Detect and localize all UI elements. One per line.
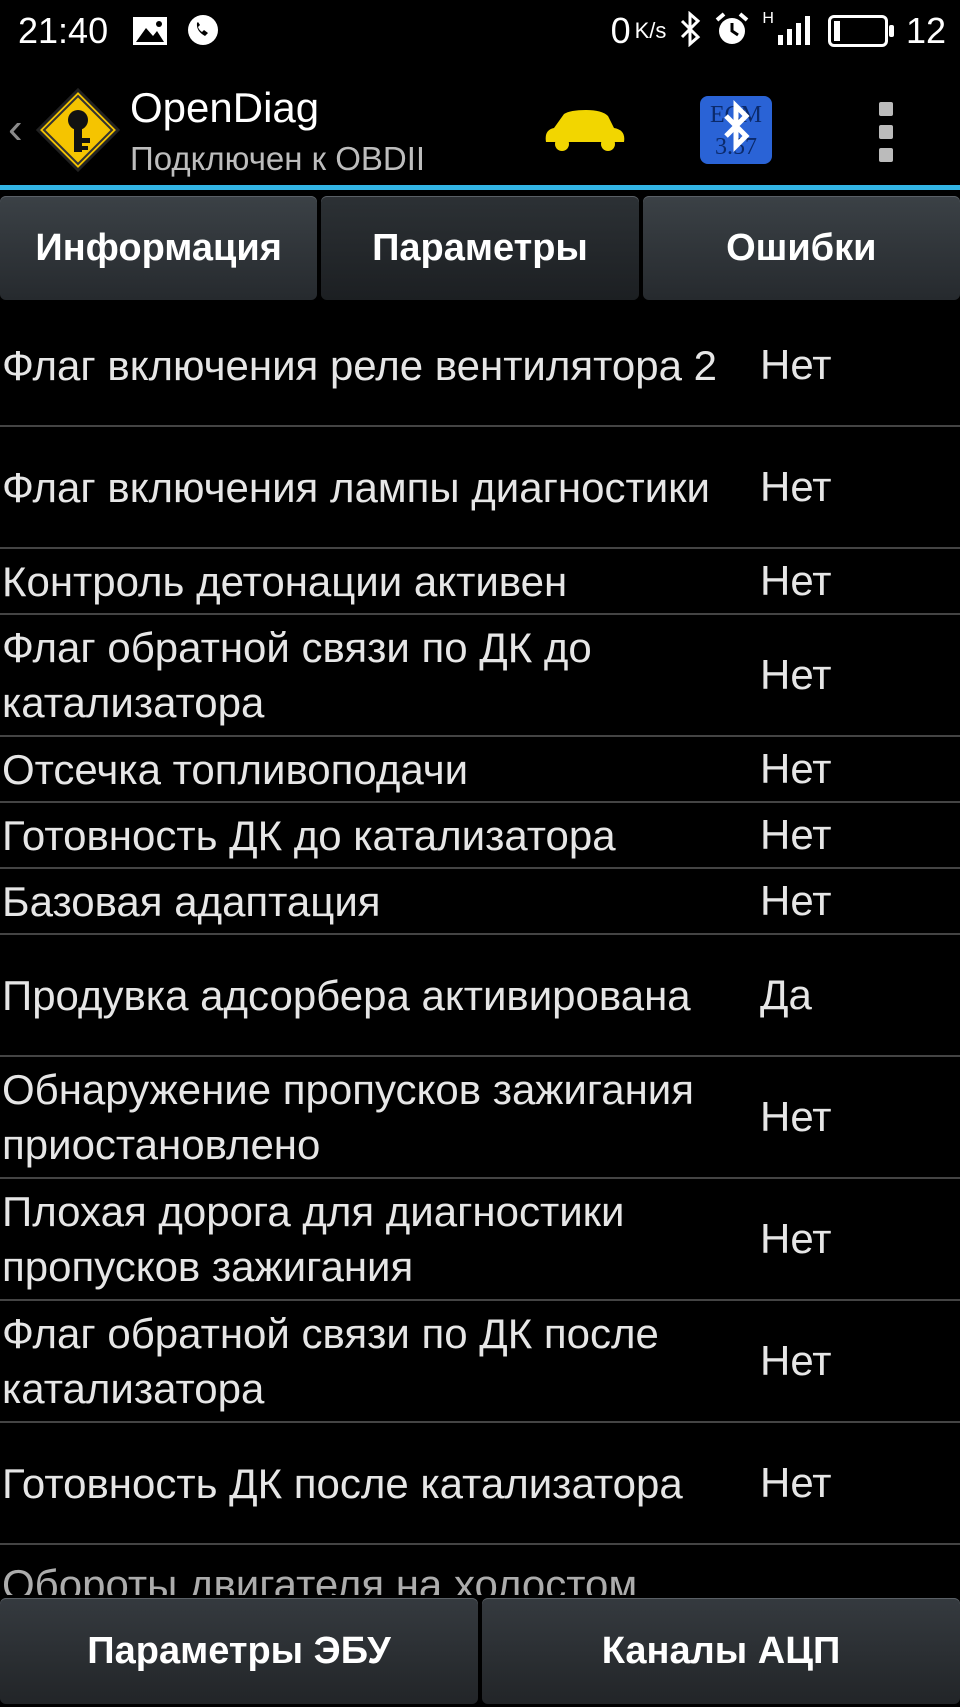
param-value: Нет — [760, 463, 832, 510]
param-value: Нет — [760, 651, 832, 698]
battery-icon — [827, 15, 894, 47]
list-item[interactable]: Обороты двигателя на холостом 870 — [0, 1545, 960, 1596]
list-item[interactable]: Флаг обратной связи по ДК до катализатор… — [0, 615, 960, 737]
viber-icon — [186, 14, 220, 53]
overflow-menu-icon[interactable] — [876, 102, 896, 162]
param-name: Готовность ДК после катализатора — [2, 1459, 683, 1507]
tab-errors[interactable]: Ошибки — [642, 196, 960, 300]
param-value: Нет — [760, 1459, 832, 1506]
back-icon[interactable]: ‹ — [8, 104, 23, 154]
clock: 21:40 — [18, 10, 109, 51]
list-item[interactable]: Плохая дорога для диагностики пропусков … — [0, 1179, 960, 1301]
net-unit: K/s — [634, 18, 667, 43]
param-name: Обороты двигателя на холостом — [2, 1560, 638, 1596]
param-value: Нет — [760, 341, 832, 388]
param-name: Флаг обратной связи по ДК до катализатор… — [2, 624, 592, 726]
bottom-button-bar: Параметры ЭБУ Каналы АЦП — [0, 1598, 960, 1707]
param-value: Нет — [760, 811, 832, 858]
list-item[interactable]: Флаг обратной связи по ДК после катализа… — [0, 1301, 960, 1423]
param-value: Да — [760, 971, 812, 1018]
tab-parameters[interactable]: Параметры — [321, 196, 639, 300]
bluetooth-status-icon — [678, 10, 702, 52]
param-name: Флаг включения реле вентилятора 2 — [2, 341, 718, 389]
tab-information[interactable]: Информация — [0, 196, 318, 300]
param-name: Обнаружение пропусков зажигания приостан… — [2, 1066, 695, 1168]
list-item[interactable]: Флаг включения реле вентилятора 2 Нет — [0, 305, 960, 427]
net-speed: 0 — [610, 10, 631, 51]
signal-icon — [776, 13, 816, 50]
param-value: 870 — [760, 1587, 830, 1595]
param-value: Нет — [760, 877, 832, 924]
list-item[interactable]: Готовность ДК до катализатора Нет — [0, 803, 960, 869]
param-name: Продувка адсорбера активирована — [2, 971, 691, 1019]
alarm-icon — [714, 11, 750, 52]
param-value: Нет — [760, 745, 832, 792]
app-logo-icon[interactable] — [35, 87, 121, 173]
list-item[interactable]: Флаг включения лампы диагностики Нет — [0, 427, 960, 549]
bluetooth-ecu-icon[interactable]: ECM 3.57 — [700, 96, 772, 164]
status-bar: 21:40 0 K/s H 12 — [0, 0, 960, 68]
battery-level: 12 — [905, 10, 946, 51]
car-icon[interactable] — [540, 106, 630, 156]
param-name: Отсечка топливоподачи — [2, 745, 469, 793]
param-name: Готовность ДК до катализатора — [2, 811, 616, 859]
tab-bar: Информация Параметры Ошибки — [0, 196, 960, 302]
network-type: H — [762, 10, 774, 27]
param-name: Плохая дорога для диагностики пропусков … — [2, 1188, 625, 1290]
action-bar-divider — [0, 185, 960, 190]
status-icons: 0 K/s H 12 — [611, 10, 946, 52]
adc-channels-button[interactable]: Каналы АЦП — [482, 1598, 960, 1704]
list-item[interactable]: Продувка адсорбера активирована Да — [0, 935, 960, 1057]
list-item[interactable]: Готовность ДК после катализатора Нет — [0, 1423, 960, 1545]
action-bar: ‹ OpenDiag Подключен к OBDII ECM 3.57 — [0, 68, 960, 190]
param-value: Нет — [760, 1215, 832, 1262]
connection-status: Подключен к OBDII — [130, 140, 426, 177]
param-name: Флаг обратной связи по ДК после катализа… — [2, 1310, 659, 1412]
param-value: Нет — [760, 1337, 832, 1384]
app-title: OpenDiag — [130, 84, 320, 131]
param-name: Контроль детонации активен — [2, 557, 568, 605]
param-value: Нет — [760, 557, 832, 604]
ecu-params-button[interactable]: Параметры ЭБУ — [0, 1598, 478, 1704]
parameters-list[interactable]: Флаг включения реле вентилятора 2 Нет Фл… — [0, 305, 960, 1595]
list-item[interactable]: Обнаружение пропусков зажигания приостан… — [0, 1057, 960, 1179]
gallery-icon — [132, 16, 168, 51]
param-name: Флаг включения лампы диагностики — [2, 463, 711, 511]
list-item[interactable]: Отсечка топливоподачи Нет — [0, 737, 960, 803]
param-name: Базовая адаптация — [2, 877, 381, 925]
list-item[interactable]: Базовая адаптация Нет — [0, 869, 960, 935]
param-value: Нет — [760, 1093, 832, 1140]
list-item[interactable]: Контроль детонации активен Нет — [0, 549, 960, 615]
